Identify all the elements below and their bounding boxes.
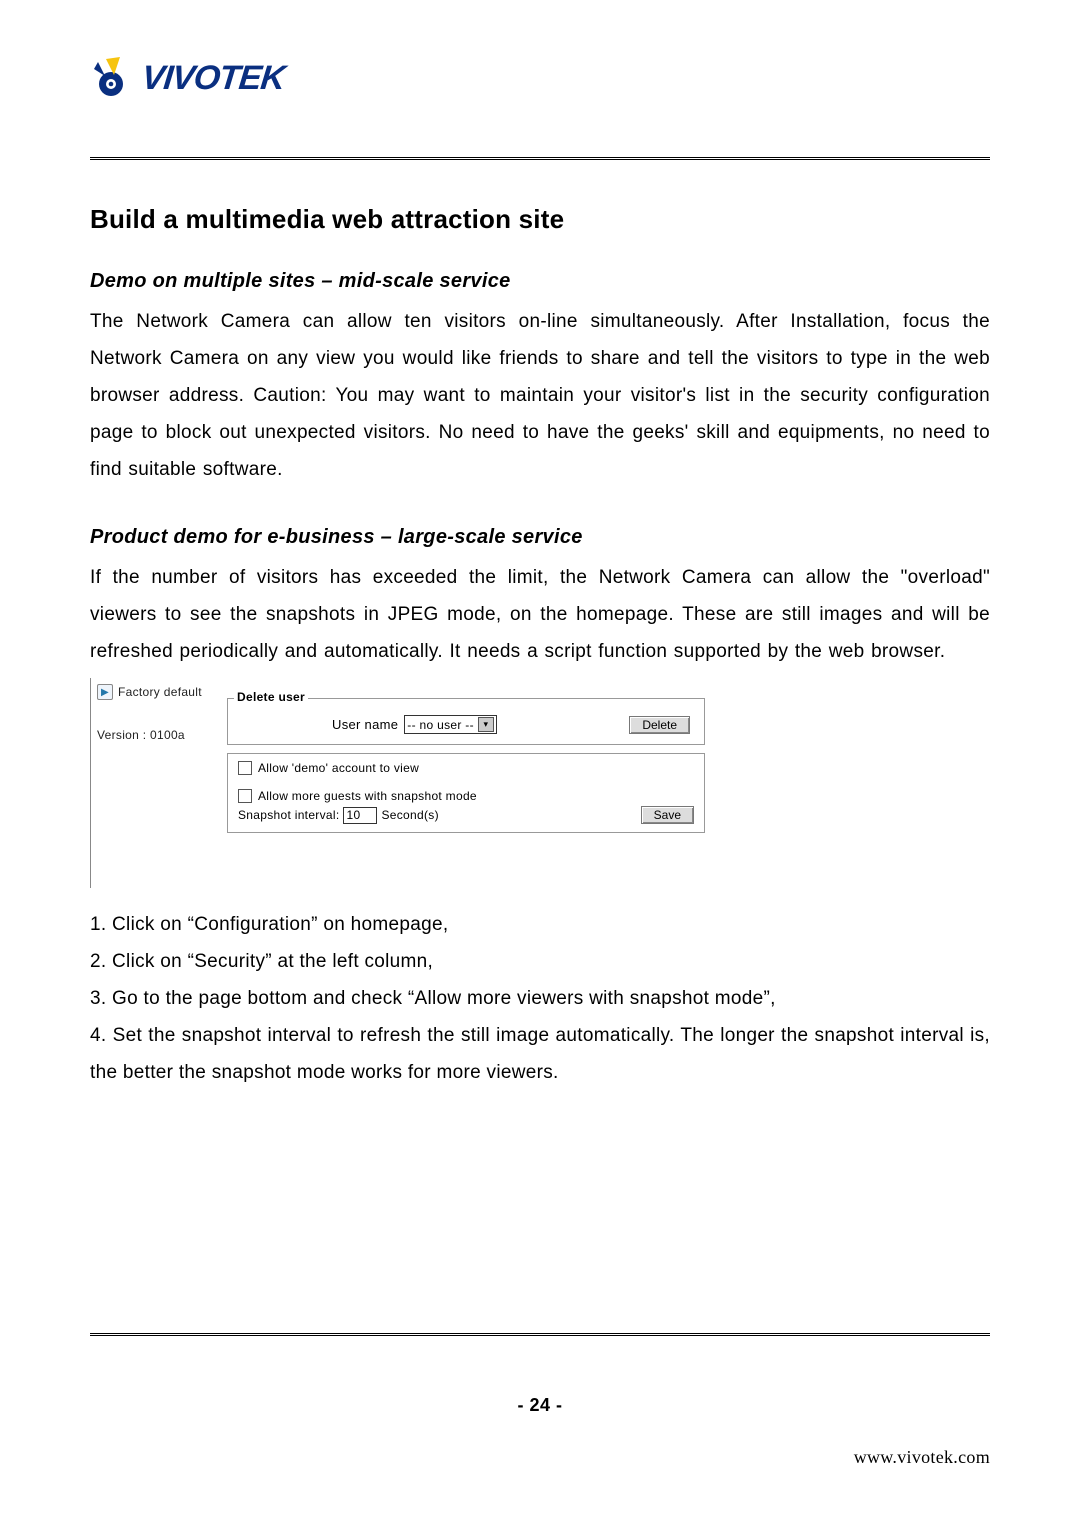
section1-heading: Demo on multiple sites – mid-scale servi… [90, 270, 990, 293]
snapshot-unit-label: Second(s) [381, 808, 438, 822]
version-label: Version : 0100a [97, 728, 215, 742]
section1-body: The Network Camera can allow ten visitor… [90, 303, 990, 488]
footer-rule [90, 1333, 990, 1340]
sidebar-item-factory-default[interactable]: ▶ Factory default [97, 684, 215, 700]
logo-icon [90, 55, 132, 102]
snapshot-interval-label: Snapshot interval: [238, 808, 339, 822]
page-title: Build a multimedia web attraction site [90, 204, 990, 235]
section2-body: If the number of visitors has exceeded t… [90, 559, 990, 670]
section2-heading: Product demo for e-business – large-scal… [90, 526, 990, 549]
allow-more-label: Allow more guests with snapshot mode [258, 789, 477, 803]
step-1: 1. Click on “Configuration” on homepage, [90, 906, 990, 943]
arrow-right-icon: ▶ [97, 684, 113, 700]
user-name-select[interactable]: -- no user -- ▾ [404, 715, 497, 734]
footer-url: www.vivotek.com [854, 1447, 990, 1468]
step-4: 4. Set the snapshot interval to refresh … [90, 1017, 990, 1091]
allow-more-row[interactable]: Allow more guests with snapshot mode [238, 787, 694, 806]
step-3: 3. Go to the page bottom and check “Allo… [90, 980, 990, 1017]
delete-button[interactable]: Delete [629, 716, 690, 734]
brand-name: VIVOTEK [140, 59, 286, 98]
allow-demo-row[interactable]: Allow 'demo' account to view [238, 759, 694, 778]
delete-user-legend: Delete user [234, 690, 308, 704]
user-name-label: User name [332, 717, 398, 732]
steps-list: 1. Click on “Configuration” on homepage,… [90, 906, 990, 1091]
step-2: 2. Click on “Security” at the left colum… [90, 943, 990, 980]
save-button[interactable]: Save [641, 806, 694, 824]
panel-main: Delete user User name -- no user -- ▾ De… [221, 678, 711, 888]
snapshot-group: Allow more guests with snapshot mode Sna… [227, 781, 705, 833]
factory-default-label: Factory default [118, 685, 202, 699]
settings-panel: ▶ Factory default Version : 0100a Delete… [90, 678, 711, 888]
document-page: VIVOTEK Build a multimedia web attractio… [0, 0, 1080, 1528]
snapshot-interval-input[interactable]: 10 [343, 807, 377, 824]
delete-user-group: Delete user User name -- no user -- ▾ De… [227, 698, 705, 745]
header-rule [90, 157, 990, 164]
checkbox-icon [238, 761, 252, 775]
panel-sidebar: ▶ Factory default Version : 0100a [91, 678, 221, 888]
page-number: - 24 - [0, 1395, 1080, 1416]
allow-demo-label: Allow 'demo' account to view [258, 761, 419, 775]
user-name-value: -- no user -- [407, 718, 474, 732]
checkbox-icon [238, 789, 252, 803]
chevron-down-icon: ▾ [478, 717, 494, 732]
brand-logo: VIVOTEK [90, 55, 990, 102]
